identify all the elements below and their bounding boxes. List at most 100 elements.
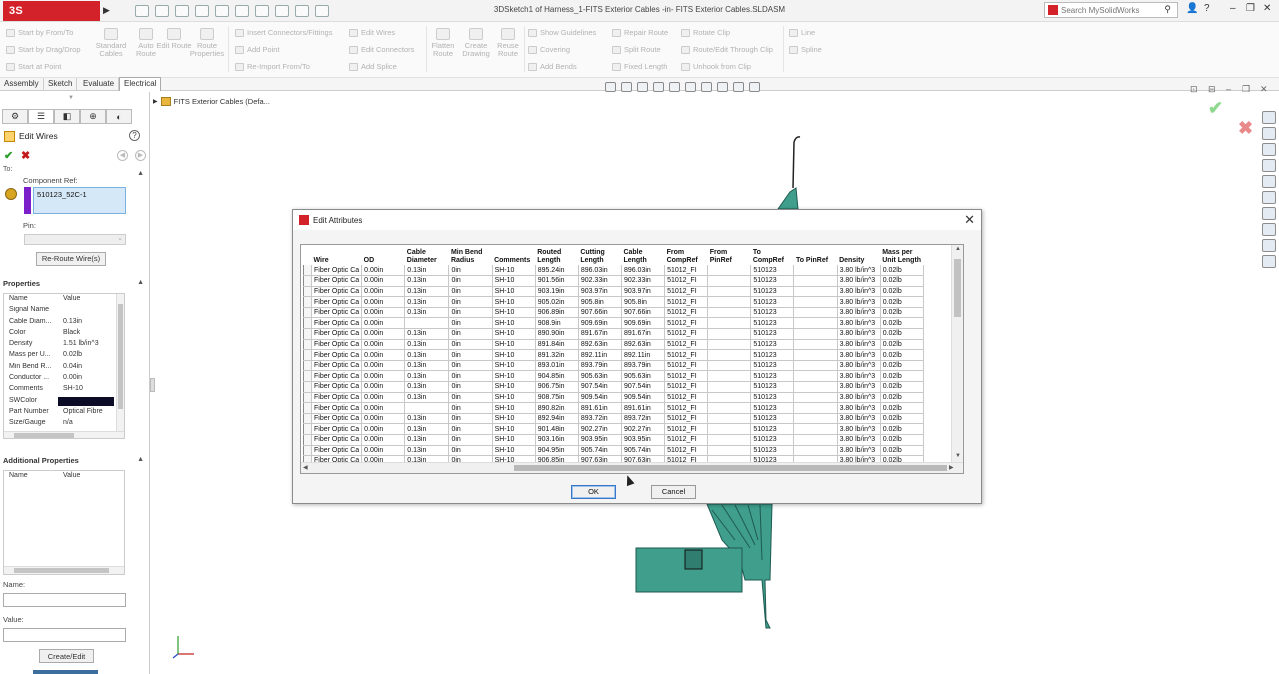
column-header[interactable]: Comments — [492, 245, 536, 265]
table-cell[interactable]: 893.72in — [621, 413, 666, 425]
value-input[interactable] — [3, 628, 126, 642]
row-selector[interactable] — [302, 307, 313, 319]
table-cell[interactable]: 0.02lb — [880, 317, 925, 330]
scroll-up-icon[interactable]: ▲ — [955, 246, 961, 252]
column-header[interactable]: To CompRef — [750, 245, 794, 265]
table-cell[interactable]: 0in — [448, 317, 493, 330]
table-cell[interactable]: 0in — [448, 328, 493, 340]
fixed-length-button[interactable]: Fixed Length — [612, 62, 667, 71]
table-row[interactable]: Fiber Optic Ca 0.00in 0.13in 0in SH-10 892.94… — [302, 413, 925, 425]
additional-horizontal-scrollbar[interactable] — [4, 566, 124, 574]
table-cell[interactable] — [707, 423, 752, 435]
routing-library-icon[interactable] — [1262, 239, 1276, 252]
table-cell[interactable]: 901.48in — [535, 423, 579, 435]
table-cell[interactable]: Fiber Optic Ca — [311, 349, 363, 361]
properties-vertical-scrollbar[interactable] — [116, 294, 124, 431]
scroll-down-icon[interactable]: ▼ — [955, 453, 961, 459]
display-manager-tab-icon[interactable]: ◐ — [106, 109, 132, 124]
table-cell[interactable]: 0in — [448, 370, 493, 383]
property-manager-tab-icon[interactable]: ☰ — [28, 109, 54, 124]
table-cell[interactable]: 0.00in — [361, 402, 406, 414]
column-header[interactable]: Cutting Length — [578, 245, 622, 265]
standard-cables-button[interactable]: Standard Cables — [93, 28, 129, 58]
row-selector[interactable] — [302, 434, 313, 446]
table-cell[interactable]: 510123 — [750, 445, 795, 457]
table-cell[interactable]: Fiber Optic Ca — [311, 286, 363, 298]
table-cell[interactable] — [707, 339, 752, 351]
table-cell[interactable]: 907.66in — [621, 307, 666, 319]
row-selector[interactable] — [302, 296, 313, 308]
table-cell[interactable]: 0in — [448, 339, 493, 351]
table-cell[interactable]: 0.02lb — [880, 296, 925, 308]
scroll-thumb[interactable] — [118, 304, 123, 409]
table-cell[interactable]: 891.67in — [578, 328, 622, 340]
column-header[interactable]: From PinRef — [707, 245, 751, 265]
table-cell[interactable]: Fiber Optic Ca — [311, 317, 363, 330]
table-row[interactable]: Fiber Optic Ca 0.00in 0.13in 0in SH-10 906.75… — [302, 381, 925, 393]
table-row[interactable]: Fiber Optic Ca 0.00in 0.13in 0in SH-10 891.84… — [302, 339, 925, 351]
column-header[interactable]: Min Bend Radius — [448, 245, 493, 265]
property-row[interactable]: Min Bend R... 0.04in — [4, 362, 124, 373]
table-cell[interactable]: 0.13in — [404, 349, 450, 361]
table-cell[interactable]: 895.24in — [535, 265, 579, 277]
table-cell[interactable]: 907.54in — [621, 381, 666, 393]
table-cell[interactable] — [707, 370, 752, 383]
view-settings-icon[interactable] — [749, 82, 760, 92]
table-cell[interactable] — [793, 413, 838, 425]
table-cell[interactable] — [793, 392, 838, 404]
panel-splitter-handle[interactable] — [150, 378, 155, 392]
table-cell[interactable]: 902.27in — [578, 423, 622, 435]
row-selector[interactable] — [302, 265, 313, 277]
table-cell[interactable]: Fiber Optic Ca — [311, 370, 363, 383]
table-cell[interactable]: Fiber Optic Ca — [311, 339, 363, 351]
property-row[interactable]: Density 1.51 lb/in^3 — [4, 339, 124, 350]
table-cell[interactable]: SH-10 — [492, 413, 536, 425]
feature-manager-tab-icon[interactable]: ⚙ — [2, 109, 28, 124]
viewport-split-icon[interactable]: ⊟ — [1208, 84, 1216, 95]
table-cell[interactable]: 510123 — [750, 392, 795, 404]
scroll-thumb[interactable] — [954, 259, 961, 317]
table-cell[interactable]: 905.02in — [535, 296, 579, 308]
table-cell[interactable]: Fiber Optic Ca — [311, 307, 363, 319]
table-cell[interactable]: 896.03in — [578, 265, 622, 277]
table-row[interactable]: Fiber Optic Ca 0.00in 0.13in 0in SH-10 903.16… — [302, 434, 925, 446]
table-cell[interactable] — [707, 349, 752, 361]
new-document-icon[interactable] — [155, 5, 169, 17]
table-cell[interactable]: 0.00in — [361, 328, 406, 340]
table-cell[interactable]: Fiber Optic Ca — [311, 265, 363, 277]
edit-wires-button[interactable]: Edit Wires — [349, 28, 395, 37]
insert-connectors-button[interactable]: Insert Connectors/Fittings — [235, 28, 332, 37]
print-icon[interactable] — [215, 5, 229, 17]
table-cell[interactable]: 903.19in — [535, 286, 579, 298]
edit-route-button[interactable]: Edit Route — [156, 28, 192, 50]
table-row[interactable]: Fiber Optic Ca 0.00in 0.13in 0in SH-10 895.24… — [302, 265, 925, 277]
open-folder-icon[interactable] — [175, 5, 189, 17]
table-cell[interactable]: 892.11in — [621, 349, 666, 361]
file-properties-icon[interactable] — [295, 5, 309, 17]
table-cell[interactable]: 0.00in — [361, 307, 406, 319]
back-icon[interactable]: ◀ — [117, 150, 128, 161]
search-input[interactable] — [1061, 4, 1161, 16]
table-cell[interactable]: 3.80 lb/in^3 — [837, 286, 881, 298]
table-cell[interactable] — [707, 275, 752, 287]
table-cell[interactable]: 3.80 lb/in^3 — [837, 296, 881, 308]
table-cell[interactable]: 0.00in — [361, 413, 406, 425]
table-cell[interactable]: 904.85in — [535, 370, 579, 383]
table-cell[interactable]: 51012_FI — [664, 349, 709, 361]
column-header[interactable]: Cable Length — [621, 245, 665, 265]
viewport-restore-icon[interactable]: ❐ — [1242, 84, 1250, 95]
table-cell[interactable]: 510123 — [750, 307, 795, 319]
table-cell[interactable]: SH-10 — [492, 402, 536, 414]
table-cell[interactable]: 0in — [448, 423, 493, 435]
table-cell[interactable]: 510123 — [750, 328, 795, 340]
collapse-icon[interactable]: ▲ — [137, 456, 144, 463]
table-cell[interactable]: 3.80 lb/in^3 — [837, 434, 881, 446]
pin-dropdown[interactable]: ⌄ — [24, 234, 126, 245]
scroll-thumb[interactable] — [14, 433, 74, 438]
table-cell[interactable]: 0.02lb — [880, 307, 925, 319]
collapse-icon[interactable]: ▲ — [137, 279, 144, 286]
table-cell[interactable]: 891.61in — [621, 402, 666, 414]
table-cell[interactable]: 0.00in — [361, 392, 406, 404]
table-cell[interactable] — [793, 265, 838, 277]
table-cell[interactable]: 0in — [448, 434, 493, 446]
